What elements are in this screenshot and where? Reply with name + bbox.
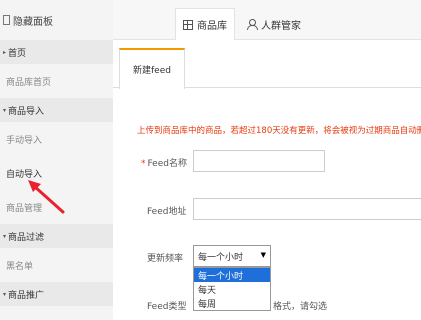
- sidebar-group-home[interactable]: ▸ 首页: [0, 40, 113, 64]
- person-icon: [247, 19, 258, 30]
- hide-panel-label: 隐藏面板: [13, 16, 53, 28]
- feed-type-hint: 格式，请勾选: [273, 302, 328, 312]
- sidebar-item-label: 黑名单: [6, 261, 34, 272]
- frequency-option[interactable]: 每天: [194, 282, 270, 296]
- frequency-value: 每一个小时: [198, 252, 244, 263]
- caret-down-icon: ▾: [3, 290, 7, 298]
- panel-icon: [3, 15, 10, 25]
- frequency-option[interactable]: 每周: [194, 296, 270, 310]
- sidebar-group-label: 商品过滤: [8, 232, 45, 243]
- hide-panel-toggle[interactable]: 隐藏面板: [0, 0, 113, 40]
- sidebar-group-label: 商品推广: [8, 290, 45, 301]
- sidebar-item-auto-import[interactable]: 自动导入: [0, 156, 113, 190]
- feed-type-label: Feed类型: [147, 302, 187, 312]
- sidebar-item-label: 手动导入: [6, 135, 43, 146]
- tab-new-feed[interactable]: 新建feed: [119, 48, 185, 89]
- frequency-label: 更新频率: [147, 254, 184, 264]
- sidebar-group-label: 首页: [8, 48, 27, 59]
- grid-icon: [183, 19, 193, 30]
- caret-right-icon: ▸: [3, 48, 7, 56]
- feed-url-input[interactable]: [193, 198, 421, 220]
- sidebar-item-label: 商品库首页: [6, 77, 52, 88]
- feed-name-label: * Feed名称: [141, 156, 187, 169]
- tab-label: 人群管家: [261, 20, 301, 32]
- sidebar-group-label: 商品导入: [8, 106, 45, 117]
- tab-label: 新建feed: [133, 66, 171, 76]
- sidebar-group-promote[interactable]: ▾ 商品推广: [0, 282, 113, 306]
- caret-down-icon: ▾: [3, 106, 7, 114]
- sidebar-group-filter[interactable]: ▾ 商品过滤: [0, 224, 113, 248]
- frequency-option[interactable]: 每一个小时: [194, 268, 270, 282]
- subtab-bar: 新建feed: [113, 48, 421, 89]
- main-panel: 新建feed 上传到商品库中的商品，若超过180天没有更新，将会被视为过期商品自…: [113, 40, 421, 320]
- top-nav: 商品库 人群管家: [113, 0, 421, 40]
- required-marker: *: [141, 159, 146, 169]
- sidebar-item-library-home[interactable]: 商品库首页: [0, 64, 113, 98]
- feed-url-label: Feed地址: [147, 207, 187, 217]
- sidebar-item-manual-import[interactable]: 手动导入: [0, 122, 113, 156]
- frequency-select[interactable]: 每一个小时 ▼: [193, 245, 271, 267]
- tab-label: 商品库: [197, 21, 227, 32]
- tab-audience-manager[interactable]: 人群管家: [247, 8, 301, 40]
- feed-name-input[interactable]: [193, 150, 325, 172]
- sidebar-item-label: 商品管理: [6, 203, 43, 214]
- sidebar-group-import[interactable]: ▾ 商品导入: [0, 98, 113, 122]
- caret-down-icon: ▾: [3, 232, 7, 240]
- sidebar-item-product-manage[interactable]: 商品管理: [0, 190, 113, 224]
- dropdown-arrow-icon: ▼: [260, 251, 266, 259]
- expiry-notice: 上传到商品库中的商品，若超过180天没有更新，将会被视为过期商品自动删除。: [137, 126, 421, 136]
- feed-name-label-text: Feed名称: [147, 159, 187, 169]
- frequency-dropdown: 每一个小时 每天 每周: [193, 267, 271, 311]
- sidebar: 隐藏面板 ▸ 首页 商品库首页 ▾ 商品导入 手动导入 自动导入 商品管理 ▾ …: [0, 0, 113, 320]
- sidebar-item-blacklist[interactable]: 黑名单: [0, 248, 113, 282]
- tab-product-library[interactable]: 商品库: [175, 8, 235, 40]
- sidebar-item-label: 自动导入: [6, 169, 43, 180]
